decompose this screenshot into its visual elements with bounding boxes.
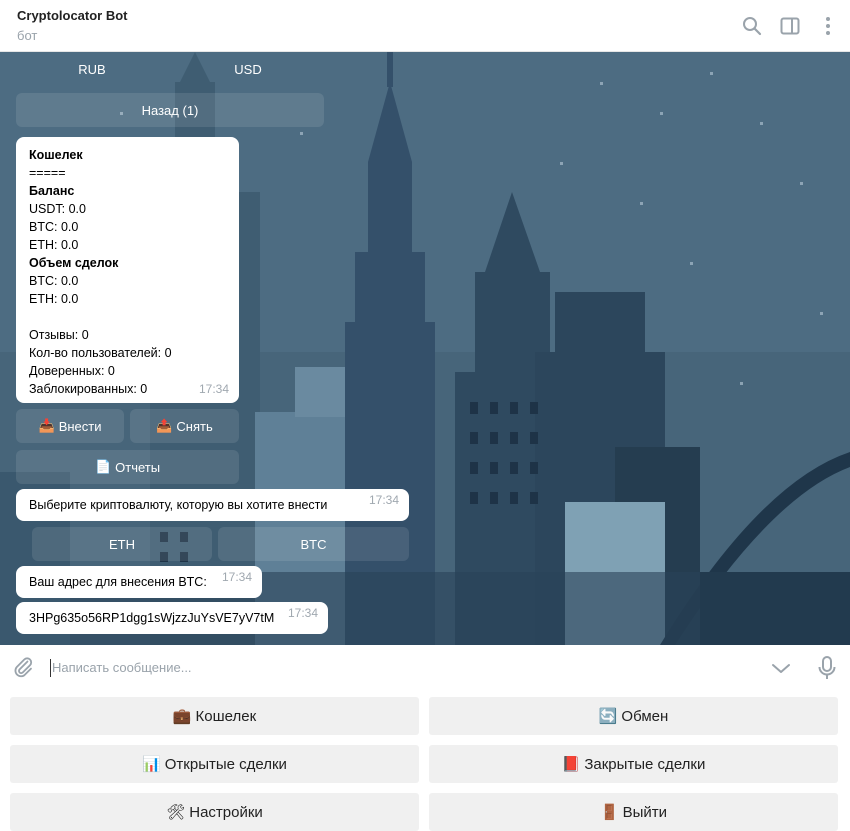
bar-chart-icon: 📊 xyxy=(142,756,161,773)
message-input[interactable] xyxy=(50,659,654,676)
reports-button[interactable]: 📄 Отчеты xyxy=(16,450,239,484)
btc-button[interactable]: BTC xyxy=(218,527,409,561)
eth-button[interactable]: ETH xyxy=(32,527,212,561)
rub-button[interactable]: RUB xyxy=(16,52,168,86)
trusted-count: Доверенных: 0 xyxy=(29,364,115,378)
wallet-title: Кошелек xyxy=(29,148,83,162)
settings-label: Настройки xyxy=(189,803,263,821)
closed-book-icon: 📕 xyxy=(561,756,581,773)
refresh-icon: 🔄 xyxy=(598,708,618,725)
address-label-text: Ваш адрес для внесения BTC: xyxy=(29,575,207,589)
exit-button[interactable]: 🚪 Выйти xyxy=(429,793,838,831)
balance-label: Баланс xyxy=(29,184,75,198)
btc-address-text[interactable]: 3HPg635o56RP1dgg1sWjzzJuYsVE7yV7tM xyxy=(29,611,274,625)
chat-subtitle: бот xyxy=(17,28,38,43)
wallet-message: Кошелек ===== Баланс USDT: 0.0 BTC: 0.0 … xyxy=(16,137,239,403)
inbox-tray-icon: 📥 xyxy=(38,418,55,433)
sidebar-toggle-icon[interactable] xyxy=(778,14,802,38)
wallet-menu-label: Кошелек xyxy=(195,707,257,725)
tools-icon: 🛠 xyxy=(166,804,186,821)
exchange-menu-label: Обмен xyxy=(621,707,669,725)
exit-label: Выйти xyxy=(622,803,668,821)
search-icon[interactable] xyxy=(740,14,764,38)
closed-deals-button[interactable]: 📕 Закрытые сделки xyxy=(429,745,838,783)
settings-button[interactable]: 🛠 Настройки xyxy=(10,793,419,831)
reports-label: Отчеты xyxy=(115,459,161,475)
balance-btc: BTC: 0.0 xyxy=(29,220,79,234)
message-time: 17:34 xyxy=(221,570,252,584)
deposit-label: Внести xyxy=(58,418,102,434)
message-time: 17:34 xyxy=(287,606,318,620)
open-deals-button[interactable]: 📊 Открытые сделки xyxy=(10,745,419,783)
message-composer xyxy=(0,645,850,691)
deposit-button[interactable]: 📥 Внести xyxy=(16,409,124,443)
address-label-message: Ваш адрес для внесения BTC: 17:34 xyxy=(16,566,262,598)
volume-eth: ETH: 0.0 xyxy=(29,292,79,306)
exchange-menu-button[interactable]: 🔄 Обмен xyxy=(429,697,838,735)
users-count: Кол-во пользователей: 0 xyxy=(29,346,172,360)
more-vertical-icon[interactable] xyxy=(816,14,840,38)
btc-label: BTC xyxy=(300,536,327,552)
usd-button[interactable]: USD xyxy=(172,52,324,86)
volume-label: Объем сделок xyxy=(29,256,119,270)
volume-btc: BTC: 0.0 xyxy=(29,274,79,288)
balance-usdt: USDT: 0.0 xyxy=(29,202,86,216)
message-time: 17:34 xyxy=(368,493,399,507)
usd-label: USD xyxy=(234,61,262,77)
wallet-divider: ===== xyxy=(29,166,66,180)
choose-crypto-text: Выберите криптовалюту, которую вы хотите… xyxy=(29,498,328,512)
balance-eth: ETH: 0.0 xyxy=(29,238,79,252)
briefcase-icon: 💼 xyxy=(172,708,192,725)
eth-label: ETH xyxy=(109,536,135,552)
blocked-count: Заблокированных: 0 xyxy=(29,382,148,396)
message-time: 17:34 xyxy=(198,382,229,396)
address-value-message[interactable]: 3HPg635o56RP1dgg1sWjzzJuYsVE7yV7tM 17:34 xyxy=(16,602,328,634)
withdraw-label: Снять xyxy=(176,418,213,434)
rub-label: RUB xyxy=(78,61,106,77)
chat-title[interactable]: Cryptolocator Bot xyxy=(17,8,128,23)
back-label: Назад (1) xyxy=(141,102,199,118)
chat-header: Cryptolocator Bot бот xyxy=(0,0,850,52)
chat-area[interactable]: RUB USD Назад (1) Кошелек ===== Баланс U… xyxy=(0,52,850,645)
chevron-down-icon[interactable] xyxy=(769,656,793,680)
door-icon: 🚪 xyxy=(599,804,619,821)
open-deals-label: Открытые сделки xyxy=(164,755,287,773)
closed-deals-label: Закрытые сделки xyxy=(584,755,706,773)
wallet-menu-button[interactable]: 💼 Кошелек xyxy=(10,697,419,735)
attach-icon[interactable] xyxy=(11,655,35,679)
back-button[interactable]: Назад (1) xyxy=(16,93,324,127)
page-icon: 📄 xyxy=(94,459,112,474)
choose-crypto-message: Выберите криптовалюту, которую вы хотите… xyxy=(16,489,409,521)
withdraw-button[interactable]: 📤 Снять xyxy=(130,409,239,443)
outbox-tray-icon: 📤 xyxy=(156,418,173,433)
microphone-icon[interactable] xyxy=(815,655,839,681)
reviews-count: Отзывы: 0 xyxy=(29,328,89,342)
